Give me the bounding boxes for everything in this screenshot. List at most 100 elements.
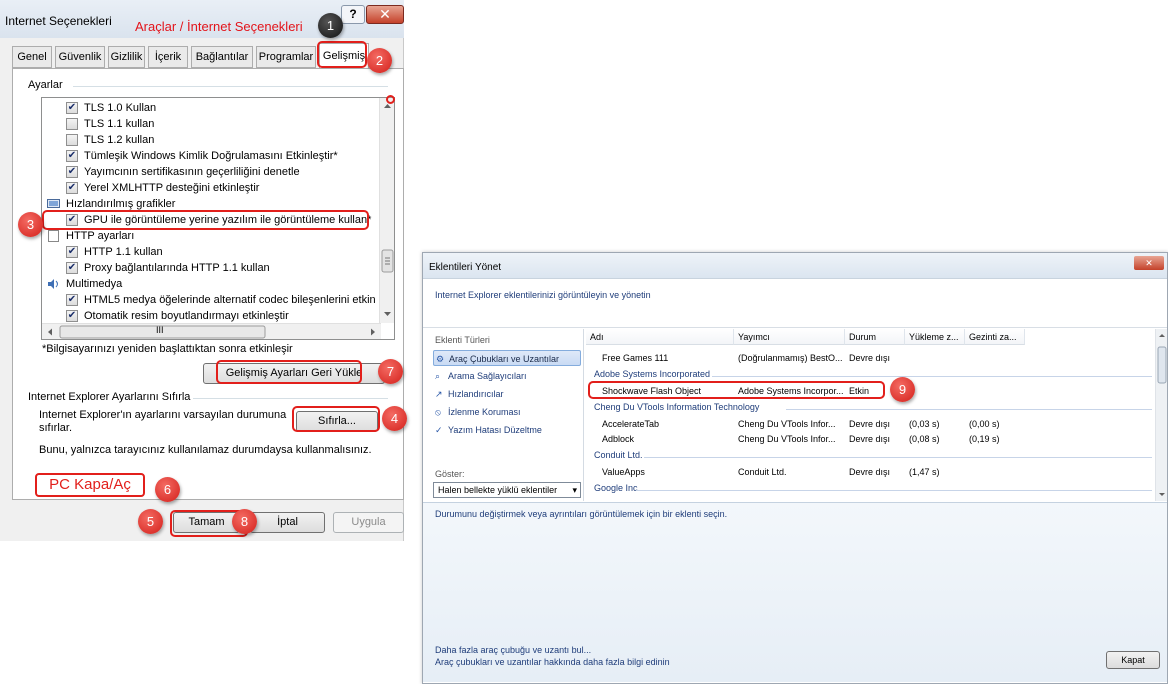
addon-status: Devre dışı — [849, 434, 891, 444]
column-header-publisher[interactable]: Yayımcı — [734, 329, 845, 345]
tab-gizlilik[interactable]: Gizlilik — [108, 46, 145, 68]
page-icon — [47, 230, 60, 242]
addon-name: AccelerateTab — [602, 419, 660, 429]
checkbox[interactable]: ✔ — [66, 262, 78, 274]
learn-more-link[interactable]: Araç çubukları ve uzantılar hakkında dah… — [435, 657, 670, 667]
header-text: Internet Explorer eklentilerinizi görünt… — [435, 290, 651, 300]
horizontal-scrollbar[interactable]: III — [42, 323, 381, 339]
type-label: Araç Çubukları ve Uzantılar — [449, 354, 560, 364]
table-row[interactable]: Adblock Cheng Du VTools Infor... Devre d… — [586, 432, 1155, 447]
table-row[interactable]: AccelerateTab Cheng Du VTools Infor... D… — [586, 417, 1155, 432]
checkbox[interactable]: ✔ — [66, 294, 78, 306]
addon-publisher: Cheng Du VTools Infor... — [738, 419, 836, 429]
setting-label: Yayımcının sertifikasının geçerliliğini … — [84, 166, 300, 178]
tab-genel[interactable]: Genel — [12, 46, 52, 68]
addon-navigation-time: (0,19 s) — [969, 434, 1000, 444]
column-header-status[interactable]: Durum — [845, 329, 905, 345]
setting-label: TLS 1.1 kullan — [84, 118, 155, 130]
checkbox[interactable] — [66, 118, 78, 130]
group-divider — [73, 86, 388, 87]
accelerator-icon: ↗ — [435, 389, 443, 399]
group-header: Adobe Systems Incorporated — [594, 369, 711, 379]
spellcheck-icon: ✓ — [435, 425, 443, 435]
chevron-down-icon: ▾ — [572, 485, 577, 495]
setting-label: TLS 1.0 Kullan — [84, 102, 157, 114]
show-label: Göster: — [435, 469, 465, 479]
tab-guvenlik[interactable]: Güvenlik — [55, 46, 105, 68]
close-window-button[interactable]: Kapat — [1106, 651, 1160, 669]
show-dropdown-value: Halen bellekte yüklü eklentiler — [438, 485, 558, 495]
addon-name: Free Games 111 — [602, 353, 669, 363]
checkbox[interactable]: ✔ — [66, 310, 78, 322]
callout-9: 9 — [890, 377, 915, 402]
addon-load-time: (0,08 s) — [909, 434, 940, 444]
checkbox[interactable]: ✔ — [66, 166, 78, 178]
search-icon: ⌕ — [435, 371, 441, 381]
show-dropdown[interactable]: Halen bellekte yüklü eklentiler ▾ — [433, 482, 581, 498]
tab-baglantilar[interactable]: Bağlantılar — [191, 46, 253, 68]
scroll-thumb-grip: III — [156, 325, 164, 335]
checkbox[interactable]: ✔ — [66, 246, 78, 258]
addon-types-label: Eklenti Türleri — [435, 335, 490, 345]
internet-options-dialog: Internet Seçenekleri Araçlar / İnternet … — [0, 0, 404, 541]
reset-description: Internet Explorer'ın ayarlarını varsayıl… — [39, 409, 287, 434]
type-accelerators[interactable]: ↗ Hızlandırıcılar — [433, 386, 581, 402]
addon-name: ValueApps — [602, 467, 645, 477]
type-search-providers[interactable]: ⌕ Arama Sağlayıcıları — [433, 368, 581, 384]
callout-6: 6 — [155, 477, 180, 502]
checkbox[interactable]: ✔ — [66, 102, 78, 114]
title-bar: Internet Seçenekleri Araçlar / İnternet … — [0, 0, 404, 38]
highlight-flash-row — [588, 381, 885, 399]
vertical-scrollbar[interactable] — [1155, 329, 1167, 501]
tab-programlar[interactable]: Programlar — [256, 46, 316, 68]
find-more-link[interactable]: Daha fazla araç çubuğu ve uzantı bul... — [435, 645, 591, 655]
callout-8: 8 — [232, 509, 257, 534]
type-label: Arama Sağlayıcıları — [448, 371, 527, 381]
addon-name: Adblock — [602, 434, 635, 444]
vertical-scrollbar[interactable] — [379, 98, 394, 323]
addon-list: Adı Yayımcı Durum Yükleme z... Gezinti z… — [586, 329, 1155, 501]
highlight-reset-button — [292, 406, 380, 432]
group-divider — [636, 490, 1152, 491]
callout-2: 2 — [367, 48, 392, 73]
callout-1: 1 — [318, 13, 343, 38]
type-toolbars-extensions[interactable]: ⚙ Araç Çubukları ve Uzantılar — [433, 350, 581, 366]
type-tracking-protection[interactable]: ⦸ İzlenme Koruması — [433, 404, 581, 420]
table-row[interactable]: Free Games 111 (Doğrulanmamış) BestO... … — [586, 351, 1155, 366]
settings-group-label: Ayarlar — [28, 79, 67, 91]
block-icon: ⦸ — [435, 407, 441, 417]
type-spelling-correction[interactable]: ✓ Yazım Hatası Düzeltme — [433, 422, 581, 438]
close-button[interactable]: ✕ — [366, 5, 404, 24]
addon-types-pane: Eklenti Türleri ⚙ Araç Çubukları ve Uzan… — [423, 329, 584, 501]
addon-publisher: Conduit Ltd. — [738, 467, 787, 477]
restart-note: *Bilgisayarınızı yeniden başlattıktan so… — [42, 343, 293, 355]
cancel-button[interactable]: İptal — [250, 512, 325, 533]
advanced-tab-panel: Ayarlar ✔ TLS 1.0 Kullan TLS 1.1 kullan … — [12, 68, 404, 500]
column-header-navigation-time[interactable]: Gezinti za... — [965, 329, 1025, 345]
header: Internet Explorer eklentilerinizi görünt… — [423, 280, 1167, 328]
addon-publisher: Cheng Du VTools Infor... — [738, 434, 836, 444]
column-header-name[interactable]: Adı — [586, 329, 734, 345]
checkbox[interactable]: ✔ — [66, 150, 78, 162]
addon-publisher: (Doğrulanmamış) BestO... — [738, 353, 843, 363]
checkbox[interactable] — [66, 134, 78, 146]
column-header-load-time[interactable]: Yükleme z... — [905, 329, 965, 345]
close-button[interactable]: ✕ — [1134, 256, 1164, 270]
apply-button[interactable]: Uygula — [333, 512, 404, 533]
restart-pc-note: PC Kapa/Aç — [35, 473, 145, 497]
reset-group-label: Internet Explorer Ayarlarını Sıfırla — [28, 391, 195, 403]
callout-5: 5 — [138, 509, 163, 534]
category-label: HTTP ayarları — [66, 230, 135, 242]
addon-navigation-time: (0,00 s) — [969, 419, 1000, 429]
details-prompt: Durumunu değiştirmek veya ayrıntıları gö… — [435, 509, 728, 519]
multimedia-icon — [47, 278, 60, 290]
checkbox[interactable]: ✔ — [66, 182, 78, 194]
type-label: Hızlandırıcılar — [448, 389, 504, 399]
category-label: Multimedya — [66, 278, 123, 290]
type-label: Yazım Hatası Düzeltme — [448, 425, 542, 435]
help-button[interactable]: ? — [341, 5, 365, 24]
marker-dot — [386, 95, 395, 104]
table-row[interactable]: ValueApps Conduit Ltd. Devre dışı (1,47 … — [586, 465, 1155, 480]
menu-path-note: Araçlar / İnternet Seçenekleri — [135, 19, 303, 34]
tab-icerik[interactable]: İçerik — [148, 46, 188, 68]
